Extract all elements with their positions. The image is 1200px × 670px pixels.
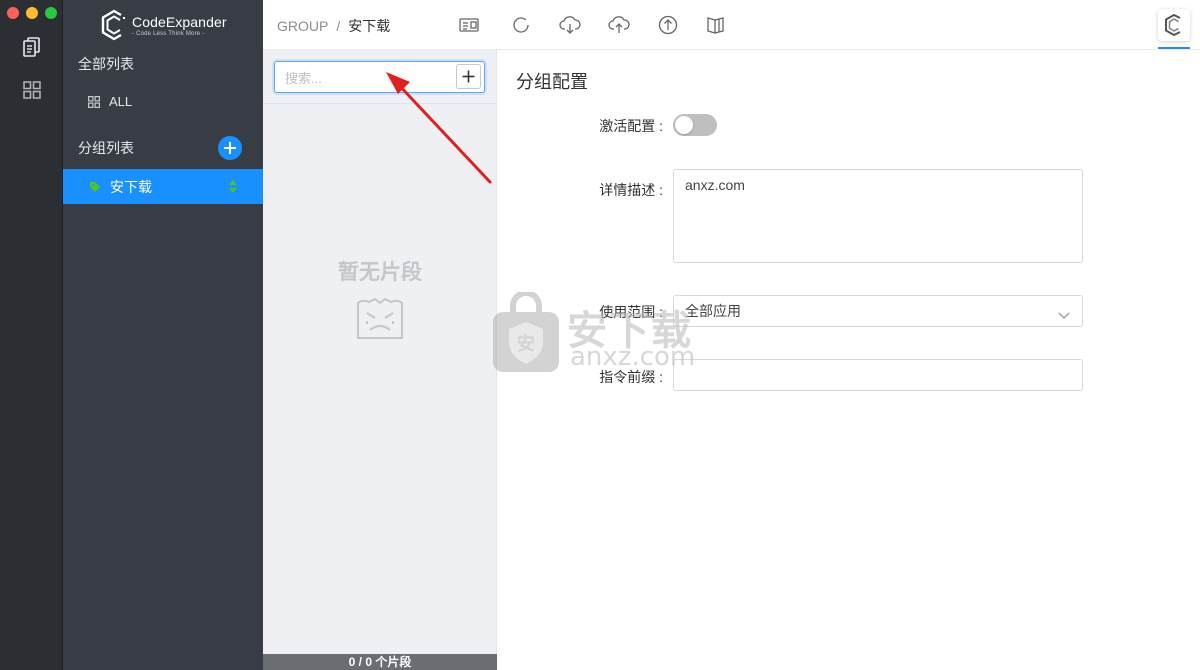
circle-icon[interactable] (509, 13, 533, 37)
sidebar-item-group[interactable]: 安下载 (63, 169, 263, 204)
grid-icon (88, 95, 100, 108)
cloud-download-icon[interactable] (558, 13, 582, 37)
plus-circle-icon (224, 142, 236, 154)
tag-icon (89, 181, 101, 193)
snippet-count: 0 / 0 个片段 (263, 654, 497, 670)
window-maximize-button[interactable] (45, 7, 57, 19)
app-logo-button[interactable] (1158, 9, 1190, 41)
breadcrumb-separator: / (336, 18, 341, 34)
codeexpander-logo-icon (101, 9, 125, 41)
breadcrumb: GROUP / 安下载 (277, 16, 390, 36)
sidebar-item-label: 安下载 (110, 178, 152, 195)
description-textarea[interactable]: anxz.com (673, 169, 1083, 263)
id-card-icon[interactable] (457, 13, 481, 37)
arrow-up-circle-icon[interactable] (656, 13, 680, 37)
chevron-down-icon (1058, 307, 1070, 323)
svg-text:安: 安 (517, 333, 535, 355)
watermark: 安 安下载 anxz.com (491, 290, 711, 376)
cloud-upload-icon[interactable] (607, 13, 631, 37)
prefix-input[interactable] (673, 359, 1083, 391)
logo-slogan: - Code Less Think More - (132, 30, 205, 37)
active-tab-indicator (1158, 47, 1190, 49)
window-minimize-button[interactable] (26, 7, 38, 19)
annotation-arrow (380, 66, 500, 195)
activate-toggle[interactable] (673, 114, 717, 136)
window-close-button[interactable] (7, 7, 19, 19)
breadcrumb-root[interactable]: GROUP (277, 18, 328, 34)
sidebar: CodeExpander - Code Less Think More - 全部… (63, 0, 263, 670)
book-icon[interactable] (704, 13, 728, 37)
scope-select[interactable]: 全部应用 (673, 295, 1083, 327)
empty-state-title: 暂无片段 (338, 259, 422, 284)
grid-icon[interactable] (20, 78, 44, 102)
all-list-title: 全部列表 (78, 56, 134, 72)
activate-label: 激活配置 : (599, 118, 663, 134)
activity-bar (0, 0, 63, 670)
logo-name: CodeExpander (132, 13, 227, 30)
sidebar-item-label: ALL (109, 94, 133, 109)
group-list-title: 分组列表 (78, 140, 134, 156)
description-label: 详情描述 : (599, 182, 663, 198)
sort-icon[interactable] (229, 180, 237, 196)
app-logo: CodeExpander - Code Less Think More - (99, 8, 227, 42)
add-group-button[interactable] (218, 136, 242, 160)
sidebar-item-all[interactable]: ALL (88, 94, 132, 109)
form-title: 分组配置 (516, 72, 588, 93)
shield-icon: 安 (493, 290, 559, 372)
snippets-icon[interactable] (20, 35, 44, 59)
empty-face-icon (355, 297, 405, 347)
breadcrumb-current: 安下载 (348, 18, 391, 34)
codeexpander-logo-icon (1165, 14, 1181, 36)
watermark-domain: anxz.com (570, 342, 696, 372)
top-header: GROUP / 安下载 (263, 0, 1200, 50)
toggle-knob (675, 116, 693, 134)
